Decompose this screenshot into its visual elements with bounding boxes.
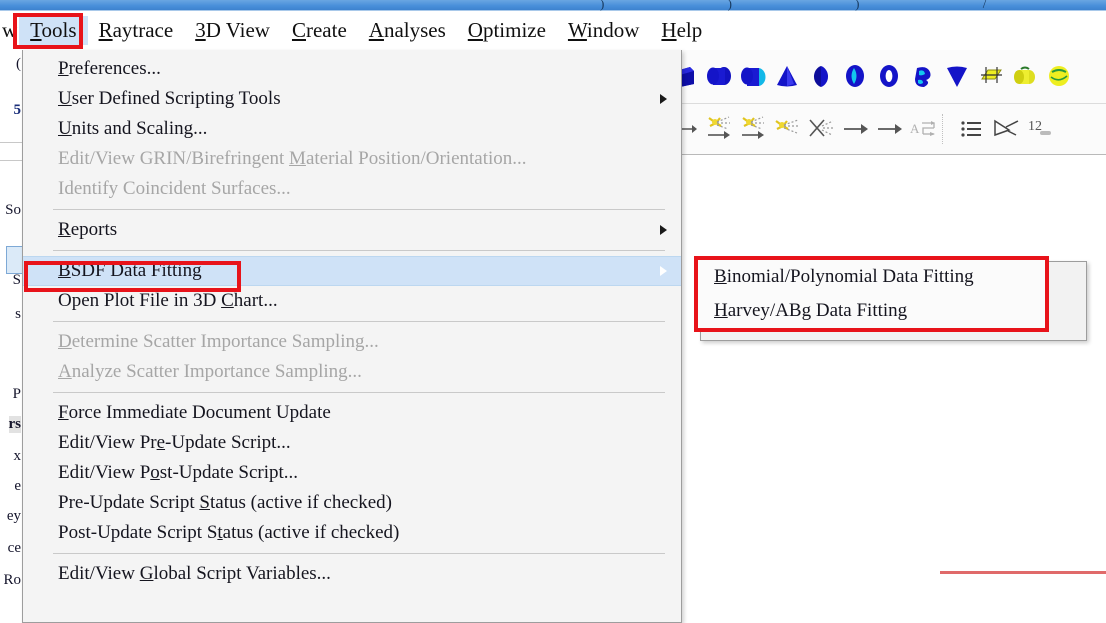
surface-plane-icon[interactable]	[974, 56, 1008, 96]
menu-create[interactable]: Create	[281, 16, 358, 45]
menu-3d-view[interactable]: 3D View	[184, 16, 281, 45]
menu-item-bsdf-data-fitting[interactable]: BSDF Data Fitting	[23, 256, 681, 286]
menu-item-user-defined-scripting-tools[interactable]: User Defined Scripting Tools	[23, 84, 681, 114]
menu-separator	[53, 392, 665, 393]
menubar-clipped-left: w	[2, 18, 18, 42]
ray-path-label-icon[interactable]: A	[906, 109, 940, 149]
menu-separator	[53, 209, 665, 210]
left-fragment: x	[13, 448, 22, 464]
svg-text:12: 12	[1028, 119, 1042, 134]
menu-item-label: Identify Coincident Surfaces...	[58, 178, 291, 199]
toolbar-bottom-rule	[668, 154, 1106, 155]
menu-item-determine-scatter-importance-sampling: Determine Scatter Importance Sampling...	[58, 331, 379, 352]
scatter-trace-1-icon[interactable]	[702, 109, 736, 149]
menu-tools[interactable]: Tools	[19, 16, 88, 45]
menu-separator	[53, 321, 665, 322]
left-fragment: ce	[7, 540, 21, 556]
left-fragment: S	[12, 272, 21, 288]
menu-window[interactable]: Window	[557, 16, 650, 45]
arrow-right-3-icon[interactable]	[872, 109, 906, 149]
surface-cylinder-icon[interactable]	[1008, 56, 1042, 96]
bsdf-submenu[interactable]: Binomial/Polynomial Data Fitting Harvey/…	[694, 256, 1049, 332]
primitive-torus-icon[interactable]	[872, 56, 906, 96]
menu-item-force-immediate-document-update[interactable]: Force Immediate Document Update	[23, 398, 681, 428]
primitive-cone-down-icon[interactable]	[940, 56, 974, 96]
arrow-right-2-icon[interactable]	[838, 109, 872, 149]
primitive-sphere-icon[interactable]	[804, 56, 838, 96]
scatter-trace-2-icon[interactable]	[736, 109, 770, 149]
menu-item-identify-coincident-surfaces: Identify Coincident Surfaces...	[23, 174, 681, 204]
submenu-item-binomial-polynomial-data-fitting[interactable]: Binomial/Polynomial Data Fitting	[698, 260, 1045, 294]
menu-separator	[53, 250, 665, 251]
toolbar-primitives-row[interactable]	[668, 50, 1106, 102]
chevron-right-icon	[660, 225, 667, 235]
menu-item-preferences[interactable]: PPreferences...references...	[23, 54, 681, 84]
menu-item-edit-view-grin: Edit/View GRIN/Birefringent Material Pos…	[58, 148, 527, 169]
primitive-freeform-icon[interactable]	[906, 56, 940, 96]
primitive-cylinder-icon[interactable]	[702, 56, 736, 96]
menu-item-edit-view-post-update-script[interactable]: Edit/View Post-Update Script...	[23, 458, 681, 488]
list-icon[interactable]	[955, 109, 989, 149]
toolbar-raytrace-row[interactable]: A 12	[668, 103, 1106, 154]
menu-separator	[53, 553, 665, 554]
window-titlebar: ) ) ) / \| )	[0, 0, 1106, 11]
chevron-right-icon	[660, 94, 667, 104]
menu-optimize[interactable]: Optimize	[457, 16, 557, 45]
menu-item-post-update-script-status[interactable]: Post-Update Script Status (active if che…	[23, 518, 681, 548]
chevron-right-icon	[660, 266, 667, 276]
left-fragment: rs	[8, 416, 21, 433]
menu-item-analyze-scatter-importance-sampling: Analyze Scatter Importance Sampling...	[58, 361, 362, 382]
menu-item-reports[interactable]: Reports	[23, 215, 681, 245]
tools-dropdown-menu[interactable]: PPreferences...references... User Define…	[22, 50, 682, 623]
left-fragment: P	[12, 386, 21, 402]
left-fragment: e	[14, 478, 21, 494]
menu-item-open-plot-file-in-3d-chart[interactable]: Open Plot File in 3D Chart...	[23, 286, 681, 316]
menu-item-edit-view-pre-update-script[interactable]: Edit/View Pre-Update Script...	[23, 428, 681, 458]
left-fragment: Ro	[3, 572, 21, 588]
primitive-ellipsoid-icon[interactable]	[838, 56, 872, 96]
toolbar-divider	[942, 114, 953, 144]
primitive-tube-icon[interactable]	[736, 56, 770, 96]
application-window: ) ) ) / \| ) ( 5 So S s P rs x e ey ce R…	[0, 0, 1106, 623]
menu-item-units-and-scaling[interactable]: Units and Scaling...	[23, 114, 681, 144]
menu-item-edit-view-global-script-variables[interactable]: Edit/View Global Script Variables...	[23, 559, 681, 589]
document-canvas[interactable]	[681, 156, 1106, 622]
left-fragment: (	[16, 56, 21, 72]
svg-text:A: A	[910, 121, 920, 136]
left-fragment: 5	[13, 102, 22, 118]
left-panel-selection-box	[6, 246, 22, 274]
numeric-12-icon[interactable]: 12	[1023, 109, 1057, 149]
ray-split-icon[interactable]	[804, 109, 838, 149]
scatter-rays-icon[interactable]	[770, 109, 804, 149]
menu-item-pre-update-script-status[interactable]: Pre-Update Script Status (active if chec…	[23, 488, 681, 518]
left-fragment: s	[15, 306, 21, 322]
primitive-cone-icon[interactable]	[770, 56, 804, 96]
red-annotation-line	[940, 571, 1106, 574]
background-left-panel: ( 5 So S s P rs x e ey ce Ro	[0, 50, 22, 622]
left-fragment: So	[5, 202, 21, 218]
menu-bar[interactable]: w Tools Raytrace 3D View Create Analyses…	[0, 11, 1106, 50]
menu-help[interactable]: Help	[650, 16, 713, 45]
surface-sphere-icon[interactable]	[1042, 56, 1076, 96]
ray-pick-icon[interactable]	[989, 109, 1023, 149]
menu-raytrace[interactable]: Raytrace	[88, 16, 185, 45]
submenu-item-harvey-abg-data-fitting[interactable]: Harvey/ABg Data Fitting	[698, 294, 1045, 328]
toolbar-area[interactable]: A 12	[668, 50, 1106, 155]
menu-tools-label-rest: ools	[41, 18, 77, 42]
left-fragment: ey	[6, 508, 21, 524]
menu-analyses[interactable]: Analyses	[358, 16, 457, 45]
